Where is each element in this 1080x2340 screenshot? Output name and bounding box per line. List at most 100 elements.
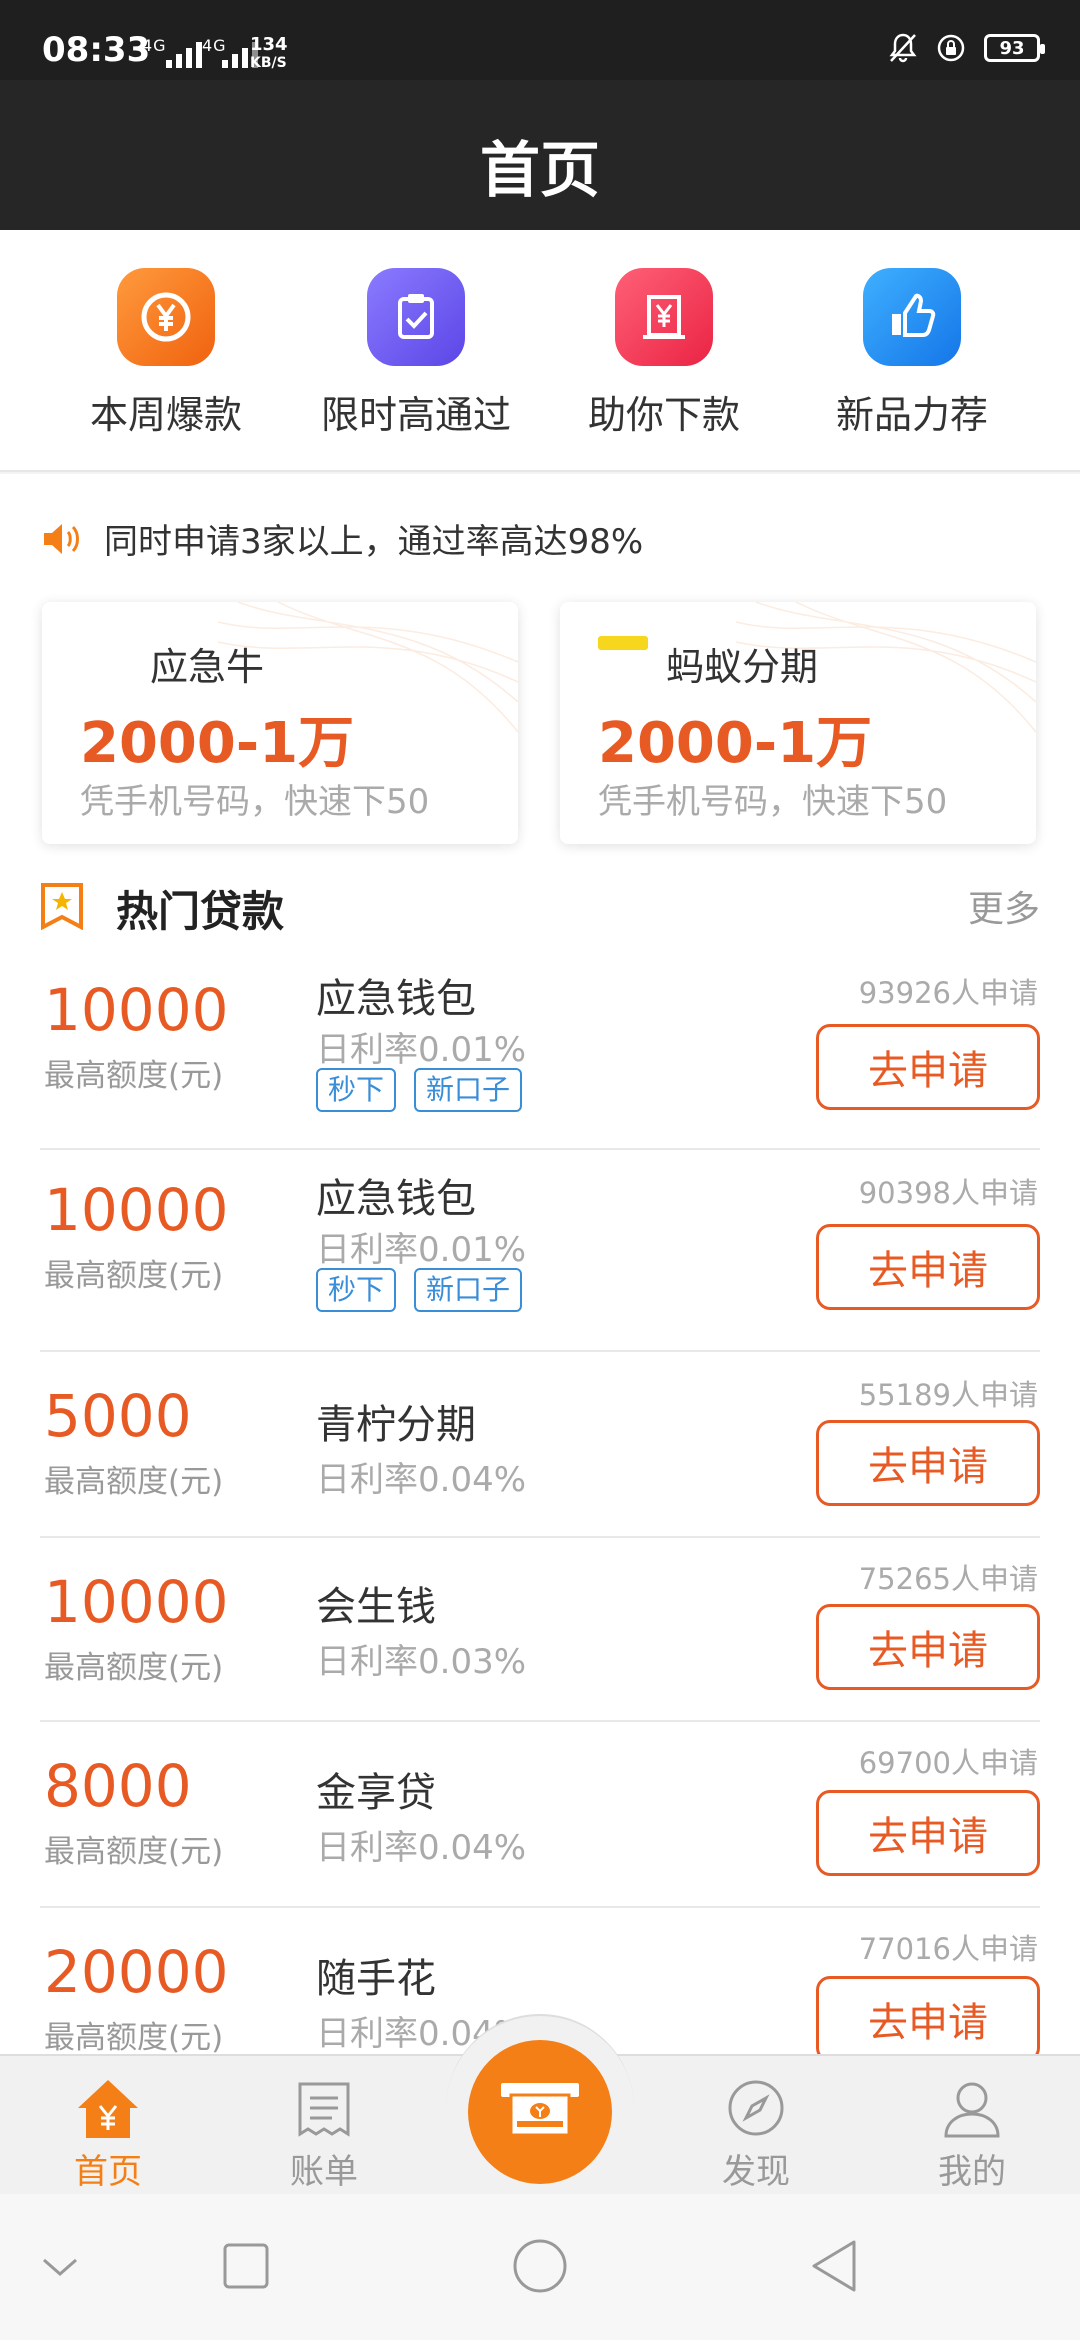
quick-item-help-loan[interactable]: 助你下款 (544, 268, 784, 439)
bill-icon (298, 2082, 350, 2137)
loan-rate: 日利率0.01% (316, 1230, 527, 1270)
loan-name: 随手花 (316, 1956, 436, 2002)
nav-label: 账单 (290, 2152, 358, 2192)
loan-name: 应急钱包 (316, 1176, 476, 1222)
featured-amount: 2000-1万 (598, 711, 873, 776)
loan-amount: 5000 (44, 1382, 192, 1450)
loan-row[interactable]: 8000 最高额度(元) 金享贷 日利率0.04% 69700人申请 去申请 (40, 1722, 1040, 1908)
nav-label: 发现 (722, 2152, 790, 2192)
network-speed: 134 KB/S (250, 36, 288, 72)
loan-amount-label: 最高额度(元) (44, 1258, 224, 1294)
quick-menu: 本周爆款 限时高通过 助你下款 新品力荐 (0, 230, 1080, 472)
nav-mine[interactable]: 我的 (912, 2078, 1032, 2193)
loan-applicants: 90398人申请 (858, 1176, 1038, 1210)
loan-tag: 新口子 (414, 1268, 523, 1312)
home-circle-icon[interactable] (512, 2238, 568, 2294)
clipboard-check-icon (367, 268, 465, 366)
bottom-nav: 首页 账单 发现 我的 (0, 2014, 1080, 2194)
loan-rate: 日利率0.04% (316, 1828, 527, 1868)
compass-icon (728, 2080, 784, 2136)
speaker-icon (44, 523, 79, 554)
quick-item-limited-high-pass[interactable]: 限时高通过 (296, 268, 536, 439)
notice-text: 同时申请3家以上，通过率高达98% (104, 522, 644, 562)
featured-desc: 凭手机号码，快速下50 (80, 782, 430, 822)
brand-logo (598, 636, 648, 650)
recent-apps-icon[interactable] (222, 2242, 270, 2290)
loan-amount-label: 最高额度(元) (44, 2020, 224, 2054)
loan-row[interactable]: 5000 最高额度(元) 青柠分期 日利率0.04% 55189人申请 去申请 (40, 1352, 1040, 1538)
loan-tags: 秒下 新口子 (316, 1068, 523, 1112)
thumbs-up-icon (863, 268, 961, 366)
quick-item-weekly-hot[interactable]: 本周爆款 (46, 268, 286, 439)
featured-card[interactable]: 蚂蚁分期 2000-1万 凭手机号码，快速下50 (560, 602, 1036, 844)
back-triangle-icon[interactable] (810, 2238, 858, 2294)
speed-unit: KB/S (250, 55, 287, 71)
signal-icon (166, 38, 202, 68)
hot-loans-header: 热门贷款 更多 (40, 874, 1040, 936)
loan-rate: 日利率0.01% (316, 1030, 527, 1070)
loan-name: 会生钱 (316, 1584, 436, 1630)
system-nav-bar (0, 2194, 1080, 2340)
quick-item-label: 限时高通过 (320, 393, 511, 437)
speed-value: 134 (250, 34, 288, 55)
loan-name: 金享贷 (316, 1770, 436, 1816)
yen-coin-icon (117, 268, 215, 366)
cash-center-icon (501, 2083, 579, 2137)
quick-item-new-recommend[interactable]: 新品力荐 (792, 268, 1032, 439)
app-header: 首页 (0, 80, 1080, 230)
featured-card[interactable]: 应急牛 2000-1万 凭手机号码，快速下50 (42, 602, 518, 844)
status-time: 08:33 (42, 30, 151, 70)
loan-amount-label: 最高额度(元) (44, 1464, 224, 1500)
loan-row[interactable]: 10000 最高额度(元) 会生钱 日利率0.03% 75265人申请 去申请 (40, 1538, 1040, 1722)
apply-button[interactable]: 去申请 (816, 1024, 1040, 1110)
loan-amount-label: 最高额度(元) (44, 1058, 224, 1094)
featured-name: 应急牛 (150, 645, 265, 689)
loan-amount: 10000 (44, 976, 229, 1044)
status-icons: 93 (888, 32, 1045, 64)
loan-applicants: 69700人申请 (858, 1746, 1038, 1780)
quick-item-label: 本周爆款 (89, 393, 242, 437)
more-link[interactable]: 更多 (968, 880, 1040, 932)
loan-tag: 秒下 (316, 1268, 397, 1312)
section-title: 热门贷款 (116, 887, 285, 936)
apply-button[interactable]: 去申请 (816, 1790, 1040, 1876)
chevron-down-icon[interactable] (40, 2252, 80, 2282)
apply-button[interactable]: 去申请 (816, 1224, 1040, 1310)
nav-home[interactable]: 首页 (48, 2078, 168, 2193)
featured-amount: 2000-1万 (80, 711, 355, 776)
home-yen-icon (78, 2080, 138, 2138)
star-bookmark-icon (41, 883, 83, 930)
main-content: 同时申请3家以上，通过率高达98% 应急牛 2000-1万 凭手机号码，快速下5… (0, 474, 1080, 2054)
loan-name: 应急钱包 (316, 976, 476, 1022)
loan-amount-label: 最高额度(元) (44, 1834, 224, 1870)
loan-applicants: 93926人申请 (858, 976, 1038, 1010)
page-title: 首页 (480, 136, 600, 206)
loan-applicants: 77016人申请 (858, 1932, 1038, 1966)
loan-row[interactable]: 10000 最高额度(元) 应急钱包 日利率0.01% 秒下 新口子 93926… (40, 950, 1040, 1150)
nav-bill[interactable]: 账单 (264, 2078, 384, 2193)
nav-label: 首页 (74, 2152, 142, 2192)
loan-tag: 新口子 (414, 1068, 523, 1112)
loan-tags: 秒下 新口子 (316, 1268, 523, 1312)
user-icon (944, 2082, 1000, 2138)
loan-rate: 日利率0.03% (316, 1642, 527, 1682)
loan-rate: 日利率0.04% (316, 1460, 527, 1500)
loan-list: 10000 最高额度(元) 应急钱包 日利率0.01% 秒下 新口子 93926… (40, 950, 1040, 2054)
rotation-lock-icon (937, 34, 965, 62)
apply-button[interactable]: 去申请 (816, 1976, 1040, 2054)
loan-applicants: 55189人申请 (858, 1378, 1038, 1412)
nav-center-cash-button[interactable] (468, 2040, 612, 2184)
status-bar: 08:33 4G 4G 134 KB/S 93 (0, 0, 1080, 80)
loan-applicants: 75265人申请 (858, 1562, 1038, 1596)
nav-label: 我的 (938, 2152, 1006, 2192)
quick-item-label: 新品力荐 (835, 393, 988, 437)
loan-row[interactable]: 10000 最高额度(元) 应急钱包 日利率0.01% 秒下 新口子 90398… (40, 1150, 1040, 1352)
apply-button[interactable]: 去申请 (816, 1604, 1040, 1690)
battery-indicator: 93 (984, 34, 1045, 62)
featured-name: 蚂蚁分期 (666, 645, 819, 689)
loan-amount-label: 最高额度(元) (44, 1650, 224, 1686)
nav-discover[interactable]: 发现 (696, 2078, 816, 2193)
apply-button[interactable]: 去申请 (816, 1420, 1040, 1506)
quick-item-label: 助你下款 (587, 393, 740, 437)
network-type-1: 4G (142, 36, 167, 55)
